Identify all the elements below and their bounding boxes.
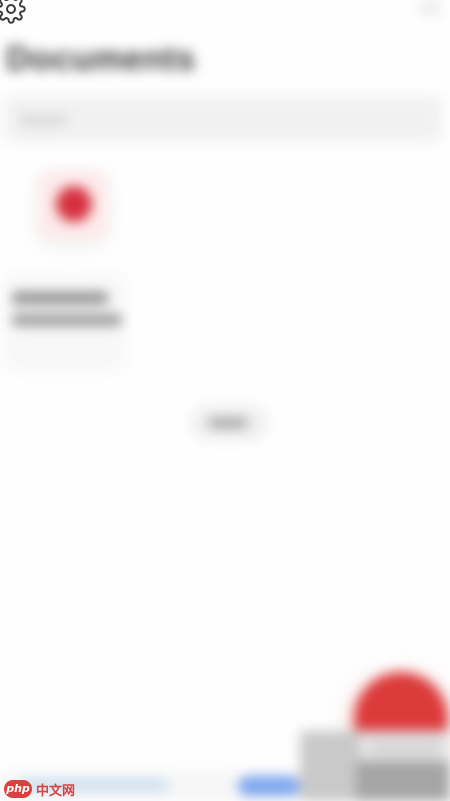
menu-icon[interactable] <box>420 2 440 14</box>
document-card-line <box>12 292 108 304</box>
search-bar[interactable] <box>4 96 442 142</box>
thumbnail-region <box>356 761 450 801</box>
preview-thumbnail[interactable] <box>300 731 450 801</box>
watermark: php 中文网 <box>4 778 75 800</box>
pill-label-placeholder <box>208 418 248 428</box>
document-card[interactable] <box>4 272 126 372</box>
watermark-text: 中文网 <box>36 783 76 799</box>
thumbnail-region <box>300 731 360 801</box>
center-pill-button[interactable] <box>190 405 268 441</box>
document-tile[interactable] <box>38 170 108 240</box>
bottom-bar-right-button[interactable] <box>238 776 300 796</box>
blurred-content: Documents <box>0 0 450 801</box>
watermark-logo: php <box>4 780 32 798</box>
document-icon <box>56 186 92 222</box>
page-title: Documents <box>6 40 196 78</box>
gear-icon[interactable] <box>0 0 26 24</box>
document-card-line <box>12 314 122 326</box>
search-input[interactable] <box>18 109 322 131</box>
thumbnail-region <box>370 737 440 757</box>
app-screen: Documents php 中文网 <box>0 0 450 801</box>
